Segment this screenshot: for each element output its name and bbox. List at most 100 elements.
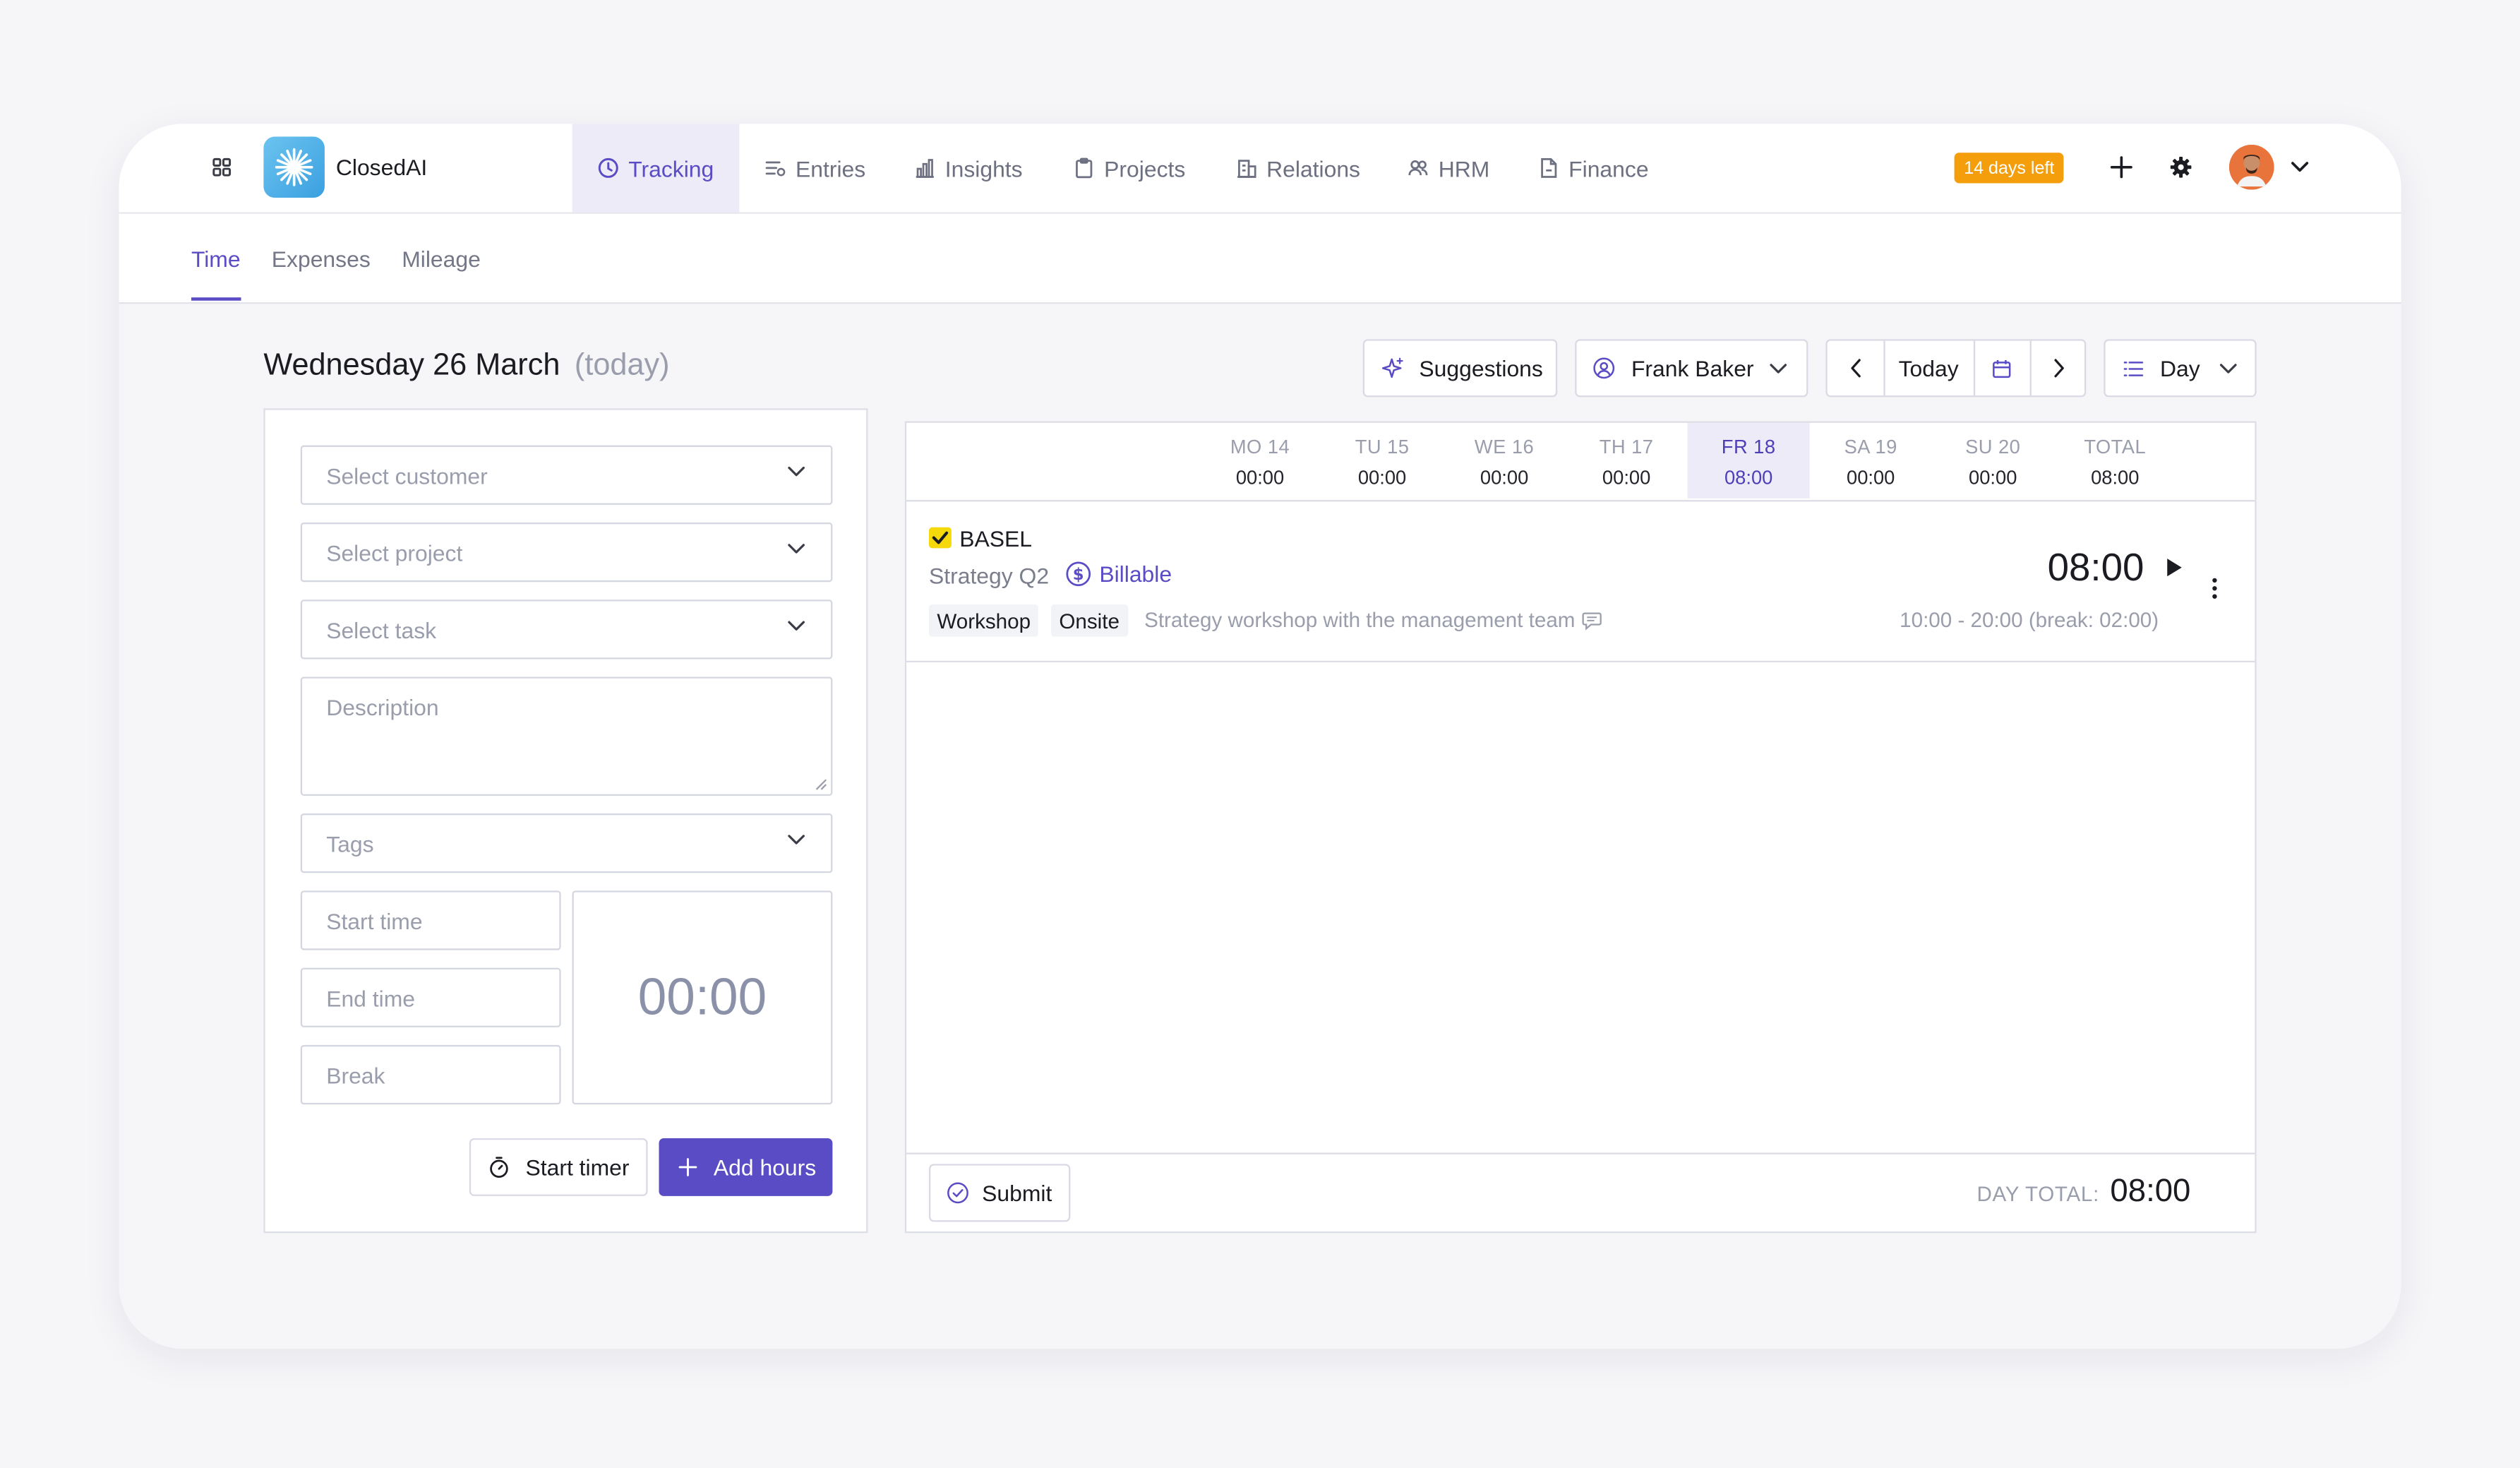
- start-time-input[interactable]: Start time: [300, 890, 561, 950]
- plus-icon: [678, 1157, 697, 1176]
- user-circle-icon: [1592, 357, 1615, 379]
- project-select[interactable]: Select project: [300, 522, 833, 583]
- tags-select[interactable]: Tags: [300, 813, 833, 873]
- day-hours: 00:00: [1846, 466, 1895, 489]
- description-textarea[interactable]: Description: [300, 676, 833, 796]
- people-icon: [1408, 157, 1429, 179]
- start-timer-label: Start timer: [525, 1154, 630, 1181]
- nav-entries-label: Entries: [796, 155, 866, 181]
- day-column[interactable]: FR 18 08:00: [1687, 422, 1810, 499]
- day-total-value: 08:00: [2110, 1174, 2191, 1210]
- tab-expenses[interactable]: Expenses: [272, 214, 371, 302]
- nav-hrm[interactable]: HRM: [1408, 124, 1489, 212]
- time-entry-row[interactable]: BASEL Strategy Q2 $ Billable Workshop On…: [906, 500, 2255, 663]
- chevron-down-icon[interactable]: [2290, 161, 2309, 174]
- add-hours-label: Add hours: [713, 1154, 817, 1181]
- end-time-input[interactable]: End time: [300, 967, 561, 1027]
- play-icon[interactable]: [2166, 558, 2183, 577]
- day-label: SU 20: [1965, 436, 2021, 458]
- tags-placeholder: Tags: [326, 830, 374, 857]
- day-column[interactable]: MO 14 00:00: [1199, 423, 1321, 499]
- resize-handle-icon[interactable]: [815, 778, 827, 791]
- task-select[interactable]: Select task: [300, 599, 833, 660]
- start-timer-button[interactable]: Start timer: [469, 1138, 648, 1196]
- tab-expenses-label: Expenses: [271, 245, 371, 271]
- break-input[interactable]: Break: [300, 1044, 561, 1105]
- nav-insights[interactable]: Insights: [914, 124, 1023, 212]
- tab-time[interactable]: Time: [191, 214, 241, 302]
- view-select[interactable]: Day: [2104, 339, 2257, 398]
- chevron-left-icon: [1849, 359, 1861, 378]
- nav-insights-label: Insights: [944, 155, 1023, 181]
- gear-icon[interactable]: [2170, 156, 2192, 179]
- nav-tracking[interactable]: Tracking: [572, 124, 740, 213]
- next-day-button[interactable]: [2030, 341, 2084, 395]
- billable-label: Billable: [1099, 561, 1172, 587]
- bar-chart-icon: [914, 157, 935, 179]
- app-window: ClosedAI Tracking Entries Insights Proje…: [119, 124, 2401, 1349]
- customer-select[interactable]: Select customer: [300, 445, 833, 505]
- nav-entries[interactable]: Entries: [765, 124, 865, 212]
- day-column[interactable]: TH 17 00:00: [1566, 423, 1688, 499]
- today-button[interactable]: Today: [1883, 340, 1976, 396]
- previous-day-button[interactable]: [1828, 340, 1885, 396]
- day-column[interactable]: SA 19 00:00: [1810, 423, 1932, 499]
- submit-button[interactable]: Submit: [928, 1164, 1071, 1222]
- chevron-down-icon: [2219, 364, 2237, 375]
- entry-time-range: 10:00 - 20:00 (break: 02:00): [1900, 607, 2159, 632]
- page-date: Wednesday 26 March: [263, 349, 560, 383]
- submit-label: Submit: [982, 1180, 1052, 1206]
- chevron-down-icon: [788, 621, 805, 632]
- chevron-down-icon: [788, 835, 805, 846]
- user-select[interactable]: Frank Baker: [1575, 339, 1808, 398]
- entry-description: Strategy workshop with the management te…: [1144, 608, 1602, 632]
- trial-badge[interactable]: 14 days left: [1954, 153, 2065, 184]
- today-indicator: (today): [574, 349, 670, 383]
- entry-description-text: Strategy workshop with the management te…: [1144, 607, 1576, 632]
- active-tab-indicator: [191, 297, 241, 301]
- day-label: SA 19: [1844, 436, 1897, 458]
- nav-projects[interactable]: Projects: [1074, 124, 1185, 212]
- description-placeholder: Description: [326, 694, 439, 721]
- list-icon: [765, 157, 786, 179]
- day-column[interactable]: SU 20 00:00: [1932, 423, 2054, 499]
- day-hours: 08:00: [2091, 466, 2140, 489]
- app-logo[interactable]: [263, 136, 325, 198]
- nav-finance-label: Finance: [1568, 155, 1649, 181]
- entry-duration: 08:00: [2047, 547, 2144, 590]
- nav-hrm-label: HRM: [1438, 155, 1490, 181]
- day-column[interactable]: WE 16 00:00: [1444, 423, 1566, 499]
- check-icon: [928, 527, 952, 549]
- tab-mileage[interactable]: Mileage: [402, 214, 481, 302]
- plus-icon[interactable]: [2110, 156, 2132, 179]
- day-hours: 00:00: [1357, 466, 1407, 489]
- entry-project: Strategy Q2: [928, 562, 1050, 589]
- timesheet-footer: Submit DAY TOTAL: 08:00: [906, 1152, 2255, 1233]
- timesheet-panel: MO 14 00:00 TU 15 00:00 WE 16 00:00 TH 17 00:00…: [904, 421, 2257, 1234]
- user-name: Frank Baker: [1631, 355, 1754, 381]
- day-label: FR 18: [1721, 436, 1776, 458]
- chevron-down-icon: [788, 544, 805, 555]
- break-placeholder: Break: [326, 1061, 385, 1088]
- avatar[interactable]: [2228, 144, 2274, 190]
- add-hours-button[interactable]: Add hours: [659, 1138, 833, 1196]
- view-label: Day: [2160, 355, 2200, 381]
- calendar-button[interactable]: [1974, 340, 2032, 396]
- day-label: WE 16: [1474, 436, 1535, 458]
- nav-projects-label: Projects: [1104, 155, 1186, 181]
- suggestions-button[interactable]: Suggestions: [1362, 339, 1558, 398]
- tab-time-label: Time: [191, 245, 241, 271]
- day-label: TU 15: [1355, 436, 1410, 458]
- document-icon: [1538, 157, 1559, 179]
- nav-finance[interactable]: Finance: [1538, 124, 1649, 212]
- sparkle-icon: [1381, 356, 1405, 380]
- kebab-icon[interactable]: [2212, 577, 2218, 599]
- day-hours: 00:00: [1969, 466, 2017, 489]
- grid-icon[interactable]: [212, 157, 232, 177]
- list-view-icon: [2123, 359, 2144, 377]
- chevron-right-icon: [2051, 359, 2064, 378]
- day-column[interactable]: TU 15 00:00: [1321, 423, 1444, 499]
- nav-relations[interactable]: Relations: [1236, 124, 1360, 212]
- clipboard-icon: [1074, 157, 1095, 179]
- top-navigation-bar: ClosedAI Tracking Entries Insights Proje…: [119, 124, 2401, 214]
